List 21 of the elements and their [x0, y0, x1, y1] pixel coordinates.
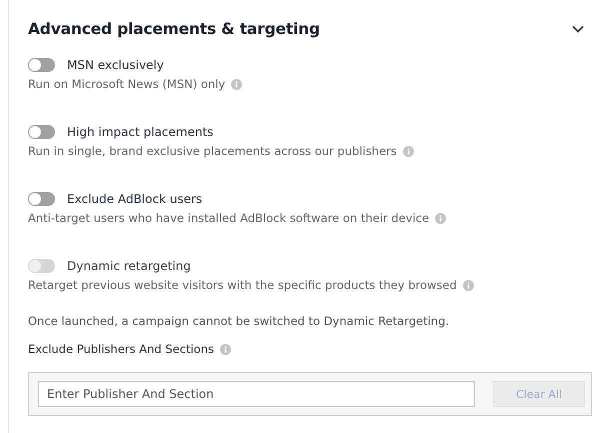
info-icon[interactable]: [220, 344, 231, 354]
option-description: Anti-target users who have installed AdBlock software on their device: [28, 211, 430, 225]
option-description: Run on Microsoft News (MSN) only: [28, 77, 226, 91]
info-icon[interactable]: [402, 146, 414, 156]
toggle-switch[interactable]: [28, 125, 55, 139]
info-icon[interactable]: [435, 212, 446, 224]
option-label: High impact placements: [67, 125, 214, 139]
notice-text: Once launched, a campaign cannot be switched to Dynamic Retargeting.: [28, 314, 450, 328]
publisher-input[interactable]: Enter Publisher And Section: [38, 381, 475, 407]
option-description: Retarget previous website visitors with the specific products they browsed: [28, 278, 457, 292]
section-title: Advanced placements & targeting: [28, 20, 320, 38]
option-label: Exclude AdBlock users: [67, 192, 202, 206]
chevron-icon[interactable]: [572, 25, 584, 33]
toggle-switch[interactable]: [28, 192, 55, 206]
info-icon[interactable]: [231, 78, 242, 90]
field-label: Exclude Publishers And Sections: [28, 342, 214, 356]
toggle-switch[interactable]: [28, 58, 55, 72]
option-label: Dynamic retargeting: [67, 259, 191, 273]
info-icon[interactable]: [462, 280, 474, 290]
option-description: Run in single, brand exclusive placements across our publishers: [28, 144, 397, 158]
option-label: MSN exclusively: [67, 58, 164, 72]
